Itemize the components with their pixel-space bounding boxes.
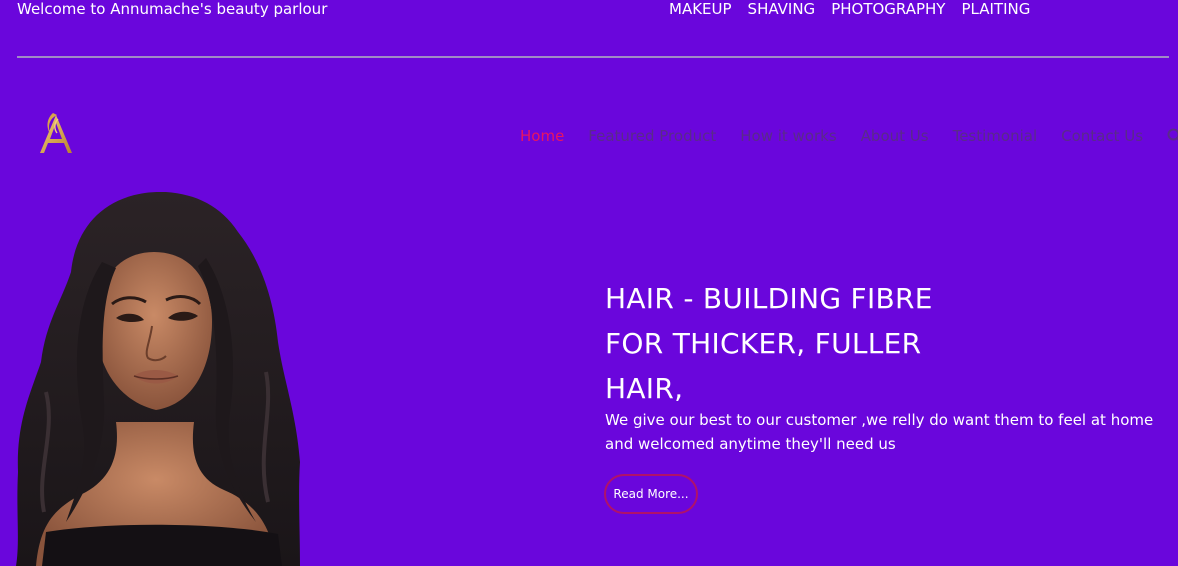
hero-title: HAIR - BUILDING FIBRE FOR THICKER, FULLE… xyxy=(605,276,933,411)
top-link-plaiting[interactable]: PLAITING xyxy=(961,0,1030,19)
top-link-shaving[interactable]: SHAVING xyxy=(748,0,816,19)
header-divider xyxy=(17,56,1169,58)
nav-contact-us[interactable]: Contact Us xyxy=(1061,126,1143,146)
hero-title-line-3: HAIR, xyxy=(605,372,684,405)
nav-featured-product[interactable]: Featured Product xyxy=(588,126,716,146)
hero-title-line-1: HAIR - BUILDING FIBRE xyxy=(605,282,933,315)
hero-portrait-image xyxy=(16,192,300,566)
read-more-button[interactable]: Read More... xyxy=(604,474,698,514)
nav-how-it-works[interactable]: How it works xyxy=(740,126,836,146)
top-link-makeup[interactable]: MAKEUP xyxy=(669,0,732,19)
welcome-text: Welcome to Annumache's beauty parlour xyxy=(17,0,328,18)
nav-about-us[interactable]: About Us xyxy=(861,126,929,146)
nav-home[interactable]: Home xyxy=(520,126,564,146)
nav-testimonial[interactable]: Testimonial xyxy=(953,126,1038,146)
top-links: MAKEUP SHAVING PHOTOGRAPHY PLAITING xyxy=(669,0,1030,19)
top-link-photography[interactable]: PHOTOGRAPHY xyxy=(831,0,945,19)
search-icon[interactable] xyxy=(1167,128,1178,144)
hero-description: We give our best to our customer ,we rel… xyxy=(605,411,1154,453)
hero-title-line-2: FOR THICKER, FULLER xyxy=(605,327,922,360)
main-nav: Home Featured Product How it works About… xyxy=(520,126,1178,146)
page: Welcome to Annumache's beauty parlour MA… xyxy=(0,0,1178,566)
logo-icon[interactable] xyxy=(32,109,80,157)
